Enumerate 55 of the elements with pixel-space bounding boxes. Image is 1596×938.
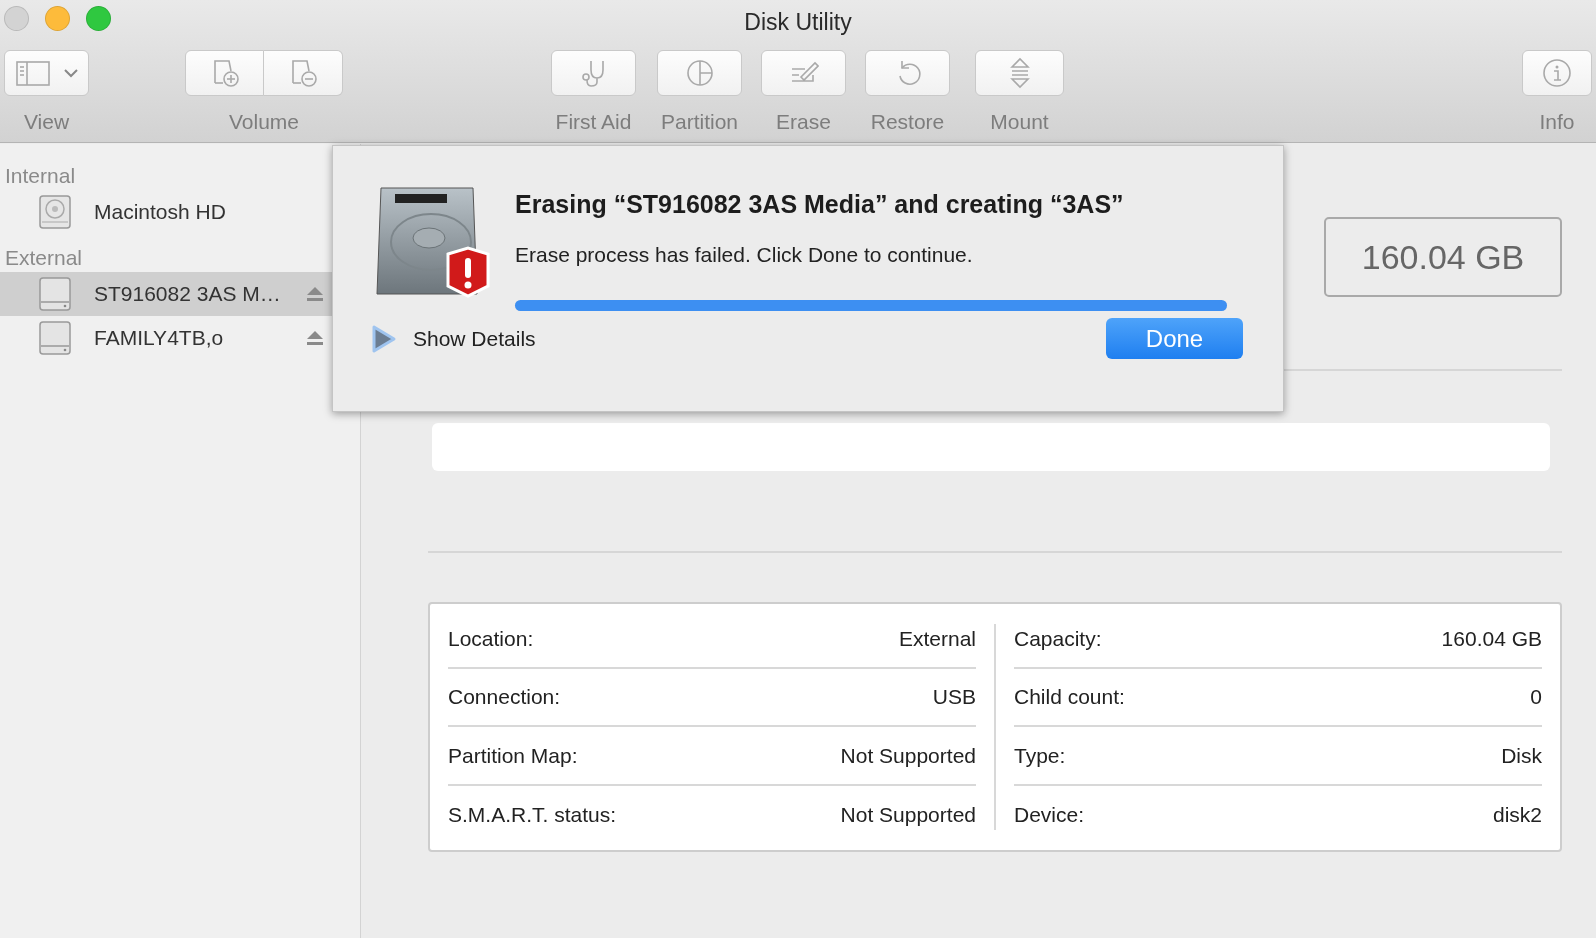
- info-label: Partition Map:: [448, 742, 578, 769]
- hard-drive-icon: [38, 194, 72, 230]
- minimize-button[interactable]: [45, 6, 70, 31]
- pie-chart-icon: [685, 59, 714, 87]
- info-label: Type:: [1014, 742, 1066, 769]
- capacity-display: 160.04 GB: [1324, 217, 1562, 297]
- toolbar-label: Restore: [870, 109, 945, 135]
- external-drive-icon: [38, 276, 72, 312]
- chevron-down-icon: [63, 68, 78, 78]
- dialog-message: Erase process has failed. Click Done to continue.: [515, 241, 974, 268]
- toolbar-label: Erase: [776, 109, 831, 135]
- toolbar-label: First Aid: [555, 109, 632, 135]
- sidebar-item[interactable]: Macintosh HD: [0, 190, 360, 234]
- info-label: Location:: [448, 625, 534, 652]
- erase-button[interactable]: [761, 50, 846, 96]
- add-volume-button[interactable]: [185, 50, 264, 96]
- info-value: 160.04 GB: [1441, 625, 1542, 652]
- restore-button[interactable]: [865, 50, 950, 96]
- info-value: disk2: [1492, 802, 1542, 829]
- info-label: S.M.A.R.T. status:: [448, 802, 617, 829]
- toolbar-label: View: [23, 109, 70, 135]
- zoom-button[interactable]: [86, 6, 111, 31]
- eject-icon[interactable]: [306, 285, 324, 303]
- info-value: External: [898, 625, 976, 652]
- window-title: Disk Utility: [744, 8, 852, 37]
- info-label: Capacity:: [1014, 625, 1102, 652]
- dialog-title: Erasing “ST916082 3AS Media” and creating “3AS”: [515, 189, 1125, 220]
- info-label: Connection:: [448, 684, 561, 711]
- info-value: Not Supported: [840, 742, 976, 769]
- info-value: USB: [932, 684, 976, 711]
- partition-button[interactable]: [657, 50, 742, 96]
- external-drive-icon: [38, 320, 72, 356]
- disclosure-triangle-icon: [371, 323, 397, 354]
- eject-icon[interactable]: [306, 329, 324, 347]
- toolbar-label: Mount: [990, 109, 1049, 135]
- info-value: Not Supported: [840, 802, 976, 829]
- view-button[interactable]: [4, 50, 89, 96]
- remove-volume-button[interactable]: [264, 50, 343, 96]
- info-label: Child count:: [1014, 684, 1125, 711]
- mount-button[interactable]: [975, 50, 1064, 96]
- info-label: Device:: [1014, 802, 1085, 829]
- toolbar-label: Info: [1539, 109, 1575, 135]
- show-details-disclosure[interactable]: Show Details: [371, 322, 536, 355]
- sidebar-heading: Internal: [4, 163, 77, 189]
- toolbar-label: Partition: [660, 109, 738, 135]
- sidebar-item[interactable]: FAMILY4TB,o: [0, 316, 360, 360]
- toolbar-label: Volume: [228, 109, 299, 135]
- sidebar-icon: [15, 59, 50, 87]
- first-aid-button[interactable]: [551, 50, 636, 96]
- info-icon: [1542, 58, 1572, 88]
- info-button[interactable]: [1522, 50, 1592, 96]
- mount-arrows-icon: [1008, 57, 1031, 89]
- info-value: 0: [1530, 684, 1542, 711]
- info-value: Disk: [1501, 742, 1542, 769]
- sidebar-heading: External: [4, 245, 84, 271]
